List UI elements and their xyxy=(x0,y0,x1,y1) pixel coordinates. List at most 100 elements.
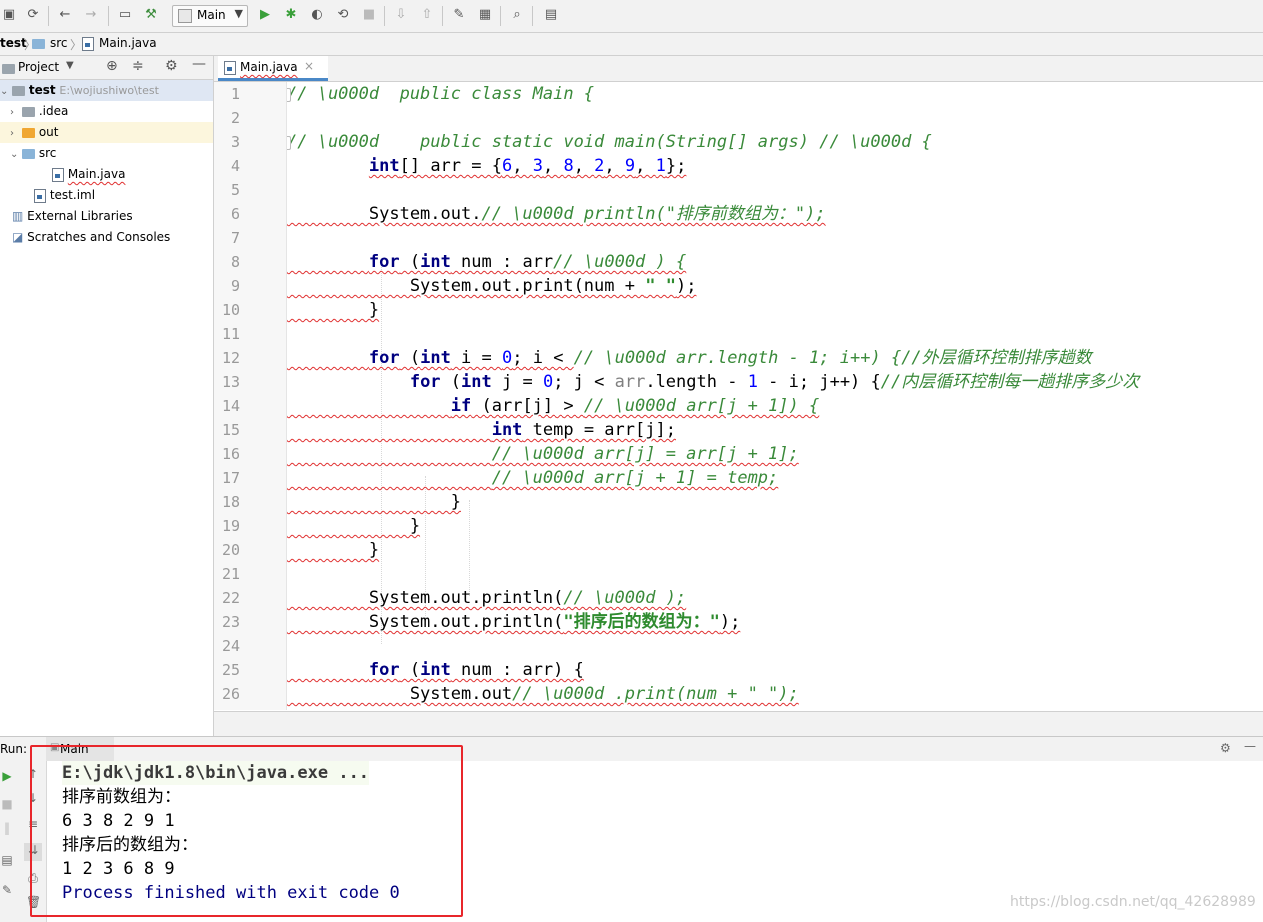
project-panel-header: Project ▼ ⊕ ≑ ⚙ — xyxy=(0,56,213,80)
tree-item-label: src xyxy=(38,146,57,160)
tree-item-iml[interactable]: test.iml xyxy=(34,185,95,206)
toolbar-separator xyxy=(48,6,49,26)
tree-item-out[interactable]: › out xyxy=(0,122,213,143)
search-icon[interactable]: ⌕ xyxy=(508,6,526,24)
watermark: https://blog.csdn.net/qq_42628989 xyxy=(1010,894,1256,910)
stop-icon[interactable]: ■ xyxy=(0,797,14,811)
chevron-right-icon: › xyxy=(10,128,14,139)
code-line-20: } xyxy=(287,540,380,560)
pin-icon[interactable]: ✎ xyxy=(0,883,14,897)
code-line-14: if (arr[j] > // \u000d arr[j + 1]) { xyxy=(450,396,820,416)
settings-wrench-icon[interactable]: ✎ xyxy=(450,6,468,24)
code-line-10: } xyxy=(287,300,380,320)
line-number: 22 xyxy=(221,589,240,607)
line-number: 16 xyxy=(221,445,240,463)
folder-icon xyxy=(32,36,45,50)
tree-item-src[interactable]: ⌄ src xyxy=(10,143,56,164)
tree-root-path: E:\wojiushiwo\test xyxy=(59,84,159,97)
run-config-label: Main xyxy=(197,8,226,22)
project-structure-icon[interactable]: ▦ xyxy=(476,6,494,24)
line-number: 24 xyxy=(221,637,240,655)
minimize-icon[interactable]: — xyxy=(192,56,206,72)
close-icon[interactable]: × xyxy=(304,59,314,73)
tree-item-scratches[interactable]: ◪ Scratches and Consoles xyxy=(12,227,170,248)
toolbar-separator xyxy=(532,6,533,26)
code-line-4: int[] arr = {6, 3, 8, 2, 9, 1}; xyxy=(368,156,687,176)
gear-icon[interactable]: ⚙ xyxy=(1220,741,1231,755)
line-number: 13 xyxy=(221,373,240,391)
breadcrumb-folder[interactable]: src xyxy=(50,36,68,50)
tree-item-label: Main.java xyxy=(67,167,126,181)
code-line-12: for (int i = 0; i < // \u000d arr.length… xyxy=(368,348,1092,368)
forward-icon[interactable]: → xyxy=(82,6,100,24)
minimize-icon[interactable]: — xyxy=(1244,739,1256,753)
code-line-19: } xyxy=(287,516,421,536)
tree-item-label: External Libraries xyxy=(27,209,133,223)
code-line-22: System.out.println(// \u000d ); xyxy=(287,588,687,608)
project-panel: Project ▼ ⊕ ≑ ⚙ — ⌄ test E:\wojiushiwo\t… xyxy=(0,56,214,736)
sync-icon[interactable]: ⟳ xyxy=(24,6,42,24)
tree-root-label: test xyxy=(28,83,56,97)
toolbar-separator xyxy=(442,6,443,26)
chevron-down-icon: ▼ xyxy=(234,7,243,20)
line-number: 14 xyxy=(221,397,240,415)
save-icon[interactable]: ▣ xyxy=(0,6,18,24)
structure-icon[interactable]: ▭ xyxy=(116,6,134,24)
vcs-commit-icon[interactable]: ⇧ xyxy=(418,6,436,24)
line-number: 18 xyxy=(221,493,240,511)
tree-item-idea[interactable]: › .idea xyxy=(10,101,68,122)
collapse-icon[interactable]: ≑ xyxy=(132,58,144,74)
fold-icon[interactable] xyxy=(287,88,291,102)
folder-icon xyxy=(22,148,35,159)
locate-icon[interactable]: ⊕ xyxy=(106,58,118,74)
layout-icon[interactable]: ▤ xyxy=(0,853,14,867)
line-number: 19 xyxy=(221,517,240,535)
chevron-down-icon[interactable]: ▼ xyxy=(66,60,74,71)
run-icon[interactable]: ▶ xyxy=(256,6,274,24)
tree-item-main-java[interactable]: Main.java xyxy=(52,164,125,185)
run-label: Run: xyxy=(0,742,28,756)
gear-icon[interactable]: ⚙ xyxy=(165,58,178,74)
code-line-23: System.out.println("排序后的数组为："); xyxy=(287,612,741,632)
build-hammer-icon[interactable]: ⚒ xyxy=(142,6,160,24)
vcs-update-icon[interactable]: ⇩ xyxy=(392,6,410,24)
profile-icon[interactable]: ⟲ xyxy=(334,6,352,24)
code-editor[interactable]: // \u000d public class Main { // \u000d … xyxy=(287,82,1263,710)
chevron-down-icon: ⌄ xyxy=(0,86,9,97)
rerun-icon[interactable]: ▶ xyxy=(0,769,14,783)
line-number: 3 xyxy=(230,133,240,151)
breadcrumb-file[interactable]: Main.java xyxy=(99,36,157,50)
code-line-16: // \u000d arr[j] = arr[j + 1]; xyxy=(491,444,799,464)
project-panel-title[interactable]: Project xyxy=(18,60,59,74)
line-number: 9 xyxy=(230,277,240,295)
java-file-icon xyxy=(52,167,64,182)
tree-item-external-libraries[interactable]: ▥ External Libraries xyxy=(12,206,133,227)
stop-icon[interactable]: ■ xyxy=(360,6,378,24)
folder-icon xyxy=(22,106,35,117)
line-number: 20 xyxy=(221,541,240,559)
tree-item-label: out xyxy=(38,125,59,139)
back-icon[interactable]: ← xyxy=(56,6,74,24)
code-line-17: // \u000d arr[j + 1] = temp; xyxy=(491,468,779,488)
chevron-right-icon: › xyxy=(10,107,14,118)
line-number: 15 xyxy=(221,421,240,439)
fold-icon[interactable] xyxy=(287,136,291,150)
tab-main-java[interactable]: Main.java × xyxy=(218,56,328,81)
run-configuration-dropdown[interactable]: Main ▼ xyxy=(172,5,248,27)
breadcrumb-separator: 〉 xyxy=(70,38,83,52)
coverage-icon[interactable]: ◐ xyxy=(308,6,326,24)
tree-item-label: Scratches and Consoles xyxy=(27,230,171,244)
line-number: 11 xyxy=(221,325,240,343)
pause-icon[interactable]: ‖ xyxy=(0,821,14,835)
tree-item-label: test.iml xyxy=(49,188,96,202)
code-line-8: for (int num : arr// \u000d ) { xyxy=(368,252,687,272)
presentation-icon[interactable]: ▤ xyxy=(542,6,560,24)
line-number: 17 xyxy=(221,469,240,487)
line-number: 10 xyxy=(221,301,240,319)
line-number: 8 xyxy=(230,253,240,271)
breadcrumb-project[interactable]: test xyxy=(0,36,27,50)
tree-item-root[interactable]: ⌄ test E:\wojiushiwo\test xyxy=(0,80,213,101)
java-file-icon xyxy=(224,60,236,75)
debug-icon[interactable]: ✱ xyxy=(282,6,300,24)
line-number: 26 xyxy=(221,685,240,703)
